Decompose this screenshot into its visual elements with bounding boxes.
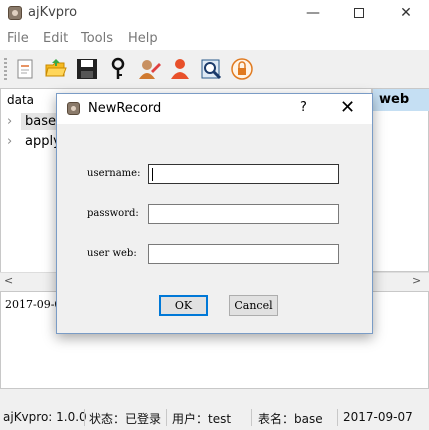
- column-header-label: web: [379, 92, 410, 107]
- tree-item-base[interactable]: › base: [7, 113, 60, 130]
- chevron-right-icon[interactable]: ›: [7, 134, 21, 149]
- window-title: ajKvpro: [28, 5, 78, 20]
- title-bar: ajKvpro — ✕: [0, 0, 429, 28]
- status-date: 2017-09-07: [343, 410, 413, 424]
- password-field[interactable]: [148, 204, 339, 224]
- tree-header: data: [7, 93, 35, 107]
- status-separator: [251, 409, 252, 426]
- username-field[interactable]: [148, 164, 339, 184]
- text-caret: [152, 168, 153, 181]
- dialog-close-button[interactable]: ✕: [340, 97, 355, 118]
- dialog-title-bar: NewRecord ? ✕: [57, 94, 372, 124]
- tree-item-label: base: [21, 113, 60, 130]
- status-separator: [166, 409, 167, 426]
- open-folder-icon[interactable]: [44, 57, 68, 81]
- menu-edit[interactable]: Edit: [43, 31, 68, 46]
- lock-icon[interactable]: [230, 57, 254, 81]
- new-record-dialog: NewRecord ? ✕ username: password: user w…: [56, 93, 373, 334]
- status-user: 用户：test: [172, 412, 232, 426]
- ok-button[interactable]: OK: [159, 295, 208, 316]
- help-button[interactable]: ?: [300, 100, 307, 115]
- status-bar: ajKvpro: 1.0.0 状态：已登录 用户：test 表名：base 20…: [0, 405, 429, 430]
- minimize-button[interactable]: —: [290, 0, 336, 28]
- new-record-icon[interactable]: [13, 57, 37, 81]
- status-separator: [337, 409, 338, 426]
- app-window: ajKvpro — ✕ File Edit Tools Help data › …: [0, 0, 429, 430]
- menu-help[interactable]: Help: [128, 31, 158, 46]
- menu-bar: File Edit Tools Help: [0, 28, 429, 50]
- dialog-app-icon: [67, 102, 80, 115]
- save-disk-icon[interactable]: [75, 57, 99, 81]
- cancel-button[interactable]: Cancel: [229, 295, 278, 316]
- scroll-left-icon[interactable]: <: [4, 274, 13, 287]
- scroll-right-icon[interactable]: >: [412, 274, 421, 287]
- records-panel: web: [372, 88, 429, 272]
- app-icon: [8, 6, 22, 20]
- menu-tools[interactable]: Tools: [81, 31, 113, 46]
- key-icon[interactable]: [106, 57, 130, 81]
- menu-file[interactable]: File: [7, 31, 29, 46]
- status-state: 状态：已登录: [89, 412, 162, 426]
- status-version: ajKvpro: 1.0.0: [3, 410, 87, 424]
- maximize-icon: [354, 8, 364, 18]
- username-label: username:: [87, 168, 141, 179]
- column-header[interactable]: web: [373, 89, 429, 111]
- toolbar: [0, 52, 429, 86]
- log-line: 2017-09-0: [5, 298, 62, 311]
- maximize-button[interactable]: [336, 0, 382, 28]
- user-web-label: user web:: [87, 248, 137, 259]
- dialog-title: NewRecord: [88, 101, 162, 116]
- search-document-icon[interactable]: [199, 57, 223, 81]
- user-web-field[interactable]: [148, 244, 339, 264]
- close-button[interactable]: ✕: [383, 0, 429, 28]
- chevron-right-icon[interactable]: ›: [7, 114, 21, 129]
- status-table: 表名：base: [258, 412, 323, 426]
- user-edit-icon[interactable]: [137, 57, 161, 81]
- user-icon[interactable]: [168, 57, 192, 81]
- password-label: password:: [87, 208, 139, 219]
- toolbar-grip: [4, 58, 7, 80]
- status-separator: [84, 409, 85, 426]
